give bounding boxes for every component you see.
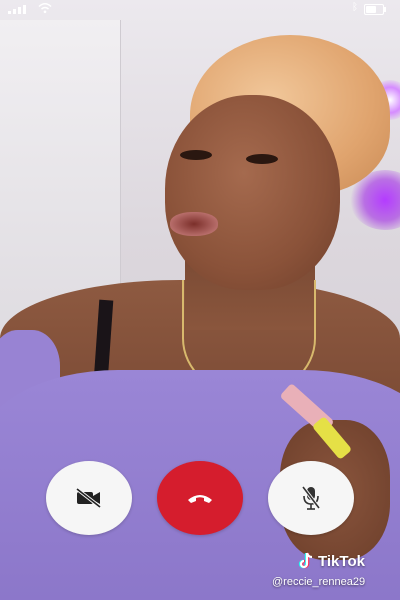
status-bar: ᛒ bbox=[0, 0, 400, 18]
person-eye-left bbox=[180, 150, 212, 160]
video-off-icon bbox=[75, 487, 102, 509]
hang-up-icon bbox=[188, 495, 212, 503]
end-call-button[interactable] bbox=[157, 461, 243, 535]
video-toggle-button[interactable] bbox=[46, 461, 132, 535]
wifi-icon bbox=[38, 3, 52, 14]
watermark-username: @reccie_rennea29 bbox=[272, 576, 366, 588]
person-face bbox=[165, 95, 340, 290]
person-eye-right bbox=[246, 154, 278, 164]
person-mouth bbox=[170, 212, 218, 236]
mic-off-icon bbox=[301, 485, 321, 510]
bluetooth-icon: ᛒ bbox=[352, 2, 358, 13]
battery-level bbox=[366, 6, 376, 13]
mute-button[interactable] bbox=[268, 461, 354, 535]
battery-icon bbox=[364, 4, 386, 15]
tiktok-logo-icon bbox=[298, 552, 313, 569]
signal-icon bbox=[8, 4, 26, 14]
tiktok-watermark: TikTok bbox=[298, 552, 365, 570]
tiktok-brand-text: TikTok bbox=[318, 552, 365, 570]
